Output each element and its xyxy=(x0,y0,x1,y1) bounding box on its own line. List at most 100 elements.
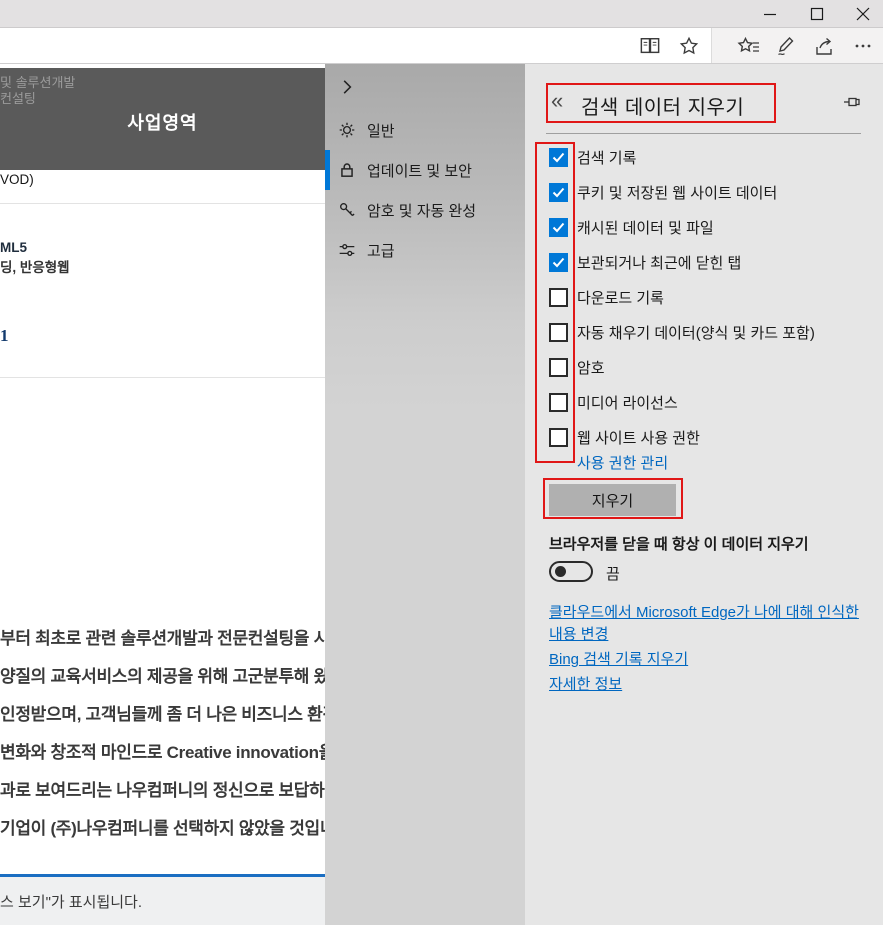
page-paragraph-line-3: 변화와 창조적 마인드로 Creative innovation을 xyxy=(0,734,325,772)
panel-divider xyxy=(546,133,861,134)
minimize-button[interactable] xyxy=(753,0,787,28)
address-bar[interactable] xyxy=(0,28,712,63)
checkbox-checked[interactable] xyxy=(549,183,568,202)
always-clear-toggle[interactable] xyxy=(549,561,593,582)
checkbox-label: 미디어 라이선스 xyxy=(577,392,678,413)
panel-link-1[interactable]: Bing 검색 기록 지우기 xyxy=(549,649,871,671)
checkbox-unchecked[interactable] xyxy=(549,428,568,447)
page-divider xyxy=(0,203,325,204)
page-row-number: 1 xyxy=(0,326,9,346)
checkbox-label: 자동 채우기 데이터(양식 및 카드 포함) xyxy=(577,322,815,343)
checkbox-row-5: 자동 채우기 데이터(양식 및 카드 포함) xyxy=(549,315,815,350)
settings-menu-item-1[interactable]: 업데이트 및 보안 xyxy=(325,150,525,190)
checkbox-row-8: 웹 사이트 사용 권한 xyxy=(549,420,815,455)
key-icon xyxy=(338,201,356,219)
checkbox-unchecked[interactable] xyxy=(549,393,568,412)
reading-view-button[interactable] xyxy=(638,35,662,57)
more-options-button[interactable] xyxy=(850,34,876,58)
page-divider xyxy=(0,377,325,378)
panel-link-2[interactable]: 자세한 정보 xyxy=(549,674,871,696)
checkbox-checked[interactable] xyxy=(549,218,568,237)
menu-item-label: 업데이트 및 보안 xyxy=(367,160,472,181)
menu-item-label: 일반 xyxy=(367,120,395,141)
panel-title: 검색 데이터 지우기 xyxy=(581,91,744,120)
checkbox-unchecked[interactable] xyxy=(549,358,568,377)
clear-browsing-data-panel: « 검색 데이터 지우기 검색 기록쿠키 및 저장된 웹 사이트 데이터캐시된 … xyxy=(525,64,883,925)
maximize-icon xyxy=(810,7,824,21)
hub-star-icon xyxy=(737,35,761,57)
checkbox-row-1: 쿠키 및 저장된 웹 사이트 데이터 xyxy=(549,175,815,210)
panel-links: 클라우드에서 Microsoft Edge가 나에 대해 인식한 내용 변경 Bi… xyxy=(549,602,871,696)
toggle-state-label: 끔 xyxy=(606,563,620,584)
page-row-ml5: ML5 xyxy=(0,240,27,255)
settings-menu-item-2[interactable]: 암호 및 자동 완성 xyxy=(325,190,525,230)
checkbox-row-6: 암호 xyxy=(549,350,815,385)
background-webpage: 및 솔루션개발 컨설팅 사업영역 VOD) ML5 딩, 반응형웹 1 부터 최… xyxy=(0,64,325,925)
page-paragraph-line-4: 과로 보여드리는 나우컴퍼니의 정신으로 보답하겠 xyxy=(0,772,325,810)
share-button[interactable] xyxy=(812,34,838,58)
settings-menu-list: 일반업데이트 및 보안암호 및 자동 완성고급 xyxy=(325,110,525,270)
manage-permissions-link[interactable]: 사용 권한 관리 xyxy=(577,452,668,473)
page-row-vod: VOD) xyxy=(0,172,34,187)
pen-icon xyxy=(775,35,799,57)
page-paragraph-line-5: 기업이 (주)나우컴퍼니를 선택하지 않았을 것입니 xyxy=(0,810,325,848)
page-section-title: 사업영역 xyxy=(0,109,325,135)
title-bar xyxy=(0,0,883,28)
page-paragraph-line-1: 양질의 교육서비스의 제공을 위해 고군분투해 왔 xyxy=(0,658,325,696)
lock-icon xyxy=(338,161,356,179)
checkbox-label: 검색 기록 xyxy=(577,147,636,168)
chevron-right-icon xyxy=(338,78,356,96)
menu-item-label: 고급 xyxy=(367,240,395,261)
annotate-button[interactable] xyxy=(774,34,800,58)
edge-browser-window: 및 솔루션개발 컨설팅 사업영역 VOD) ML5 딩, 반응형웹 1 부터 최… xyxy=(0,0,883,925)
close-icon xyxy=(856,7,870,21)
add-favorite-button[interactable] xyxy=(677,35,701,57)
browser-toolbar xyxy=(0,28,883,64)
checkbox-label: 보관되거나 최근에 닫힌 탭 xyxy=(577,252,741,273)
collapse-menu-button[interactable] xyxy=(338,78,358,98)
maximize-button[interactable] xyxy=(800,0,834,28)
page-footer: 스 보기"가 표시됩니다. xyxy=(0,877,325,925)
checkbox-label: 캐시된 데이터 및 파일 xyxy=(577,217,714,238)
toggle-knob xyxy=(555,566,566,577)
book-icon xyxy=(639,36,661,56)
page-row-coding: 딩, 반응형웹 xyxy=(0,256,70,276)
page-paragraph-line-2: 인정받으며, 고객님들께 좀 더 나은 비즈니스 환경 xyxy=(0,696,325,734)
menu-item-label: 암호 및 자동 완성 xyxy=(367,200,476,221)
page-dim-text-2: 컨설팅 xyxy=(0,88,36,107)
page-footer-text: 스 보기"가 표시됩니다. xyxy=(0,891,142,912)
checkbox-row-7: 미디어 라이선스 xyxy=(549,385,815,420)
checkbox-checked[interactable] xyxy=(549,253,568,272)
clear-data-checkbox-list: 검색 기록쿠키 및 저장된 웹 사이트 데이터캐시된 데이터 및 파일보관되거나… xyxy=(549,140,815,455)
sliders-icon xyxy=(338,241,356,259)
pin-icon xyxy=(843,94,863,110)
checkbox-label: 다운로드 기록 xyxy=(577,287,664,308)
star-icon xyxy=(678,35,700,57)
always-clear-label: 브라우저를 닫을 때 항상 이 데이터 지우기 xyxy=(549,533,809,554)
page-business-header: 및 솔루션개발 컨설팅 사업영역 xyxy=(0,68,325,170)
gear-icon xyxy=(338,121,356,139)
checkbox-row-0: 검색 기록 xyxy=(549,140,815,175)
checkbox-checked[interactable] xyxy=(549,148,568,167)
checkbox-row-3: 보관되거나 최근에 닫힌 탭 xyxy=(549,245,815,280)
checkbox-label: 웹 사이트 사용 권한 xyxy=(577,427,700,448)
checkbox-row-2: 캐시된 데이터 및 파일 xyxy=(549,210,815,245)
panel-link-0[interactable]: 클라우드에서 Microsoft Edge가 나에 대해 인식한 내용 변경 xyxy=(549,602,871,646)
checkbox-label: 쿠키 및 저장된 웹 사이트 데이터 xyxy=(577,182,777,203)
checkbox-label: 암호 xyxy=(577,357,605,378)
page-paragraph-line-0: 부터 최초로 관련 솔루션개발과 전문컨설팅을 시작 xyxy=(0,620,325,658)
settings-menu-item-3[interactable]: 고급 xyxy=(325,230,525,270)
back-chevrons-icon[interactable]: « xyxy=(551,88,563,114)
share-icon xyxy=(813,35,837,57)
hub-favorites-button[interactable] xyxy=(736,34,762,58)
minimize-icon xyxy=(763,7,777,21)
checkbox-row-4: 다운로드 기록 xyxy=(549,280,815,315)
pin-panel-button[interactable] xyxy=(843,94,863,110)
settings-menu-panel: 일반업데이트 및 보안암호 및 자동 완성고급 xyxy=(325,64,525,925)
clear-button[interactable]: 지우기 xyxy=(549,484,676,516)
close-button[interactable] xyxy=(846,0,880,28)
checkbox-unchecked[interactable] xyxy=(549,323,568,342)
checkbox-unchecked[interactable] xyxy=(549,288,568,307)
settings-menu-item-0[interactable]: 일반 xyxy=(325,110,525,150)
page-paragraphs: 부터 최초로 관련 솔루션개발과 전문컨설팅을 시작양질의 교육서비스의 제공을… xyxy=(0,620,325,848)
